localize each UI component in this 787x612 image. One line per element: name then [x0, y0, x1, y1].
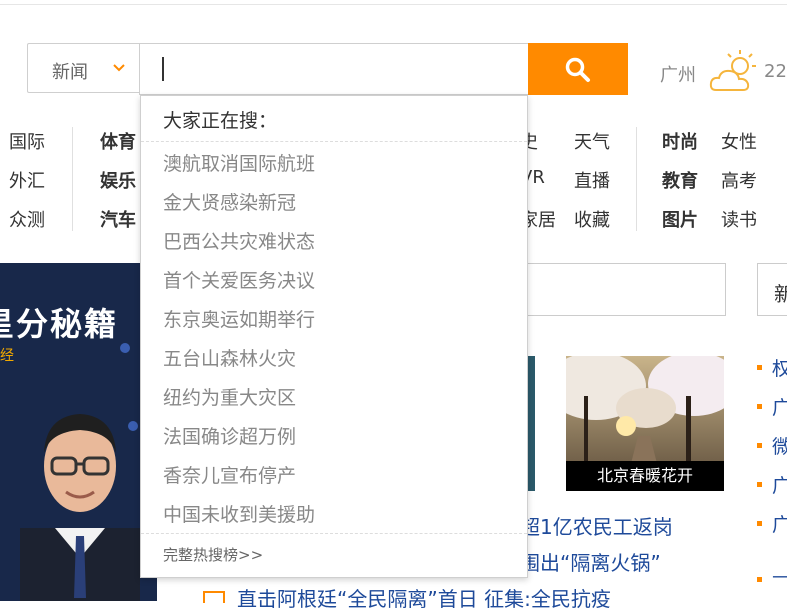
dropdown-divider: [141, 533, 527, 534]
banner-title: 星分秘籍: [0, 305, 119, 343]
cloudy-sun-icon: [709, 50, 756, 91]
person-illustration: [20, 414, 140, 601]
top-divider: [0, 4, 787, 5]
video-icon: [203, 591, 225, 603]
nav-link-qiche[interactable]: 汽车: [100, 206, 136, 232]
suggestion-item[interactable]: 东京奥运如期举行: [163, 305, 315, 332]
text-caret: [162, 57, 164, 81]
list-bullet: [757, 443, 762, 448]
dropdown-heading: 大家正在搜：: [163, 110, 278, 132]
dropdown-divider: [141, 141, 527, 142]
list-bullet: [757, 521, 762, 526]
hot-search-dropdown: 大家正在搜： 澳航取消国际航班 金大贤感染新冠 巴西公共灾难状态 首个关爱医务决…: [140, 95, 528, 578]
nav-link-shoucang[interactable]: 收藏: [574, 206, 610, 232]
nav-link-tiyu[interactable]: 体育: [100, 128, 136, 154]
nav-divider: [636, 127, 637, 231]
suggestion-item[interactable]: 巴西公共灾难状态: [163, 227, 315, 254]
suggestion-item[interactable]: 首个关爱医务决议: [163, 266, 315, 293]
news-headline[interactable]: 围出“隔离火锅”: [520, 547, 661, 576]
nav-link-zhongce[interactable]: 众测: [9, 206, 45, 232]
nav-link-jiaoyu[interactable]: 教育: [662, 167, 698, 193]
side-news-link[interactable]: 广: [772, 393, 787, 420]
side-news-link[interactable]: —: [772, 565, 787, 587]
suggestion-item[interactable]: 纽约为重大灾区: [163, 383, 296, 410]
side-news-link[interactable]: 微: [772, 432, 787, 459]
news-headline[interactable]: 直击阿根廷“全民隔离”首日 征集:全民抗疫: [237, 583, 611, 612]
suggestion-item[interactable]: 五台山森林火灾: [163, 344, 296, 371]
nav-link-yule[interactable]: 娱乐: [100, 167, 136, 193]
nav-link-waihui[interactable]: 外汇: [9, 167, 45, 193]
list-bullet: [757, 482, 762, 487]
suggestion-item[interactable]: 中国未收到美援助: [163, 500, 315, 527]
suggestion-item[interactable]: 香奈儿宣布停产: [163, 461, 296, 488]
suggestion-item[interactable]: 法国确诊超万例: [163, 422, 296, 449]
photo-caption: 北京春暖花开: [566, 461, 724, 491]
suggestion-item[interactable]: 澳航取消国际航班: [163, 149, 315, 176]
full-hot-list-link[interactable]: 完整热搜榜>>: [163, 544, 263, 565]
nav-link-tupian[interactable]: 图片: [662, 206, 698, 232]
nav-link-zhibo[interactable]: 直播: [574, 167, 610, 193]
banner-decoration: [120, 343, 130, 353]
nav-link-guoji[interactable]: 国际: [9, 128, 45, 154]
promo-banner[interactable]: 星分秘籍 经: [0, 263, 157, 601]
side-news-link[interactable]: 广: [772, 510, 787, 537]
nav-link-dushu[interactable]: 读书: [721, 206, 757, 232]
side-news-link[interactable]: 权: [772, 354, 787, 381]
nav-link-gaokao[interactable]: 高考: [721, 167, 757, 193]
search-input[interactable]: [139, 43, 529, 95]
search-button[interactable]: [528, 43, 628, 95]
nav-link-shishang[interactable]: 时尚: [662, 128, 698, 154]
category-select[interactable]: 新闻: [27, 43, 139, 93]
nav-divider: [72, 127, 73, 231]
side-news-link[interactable]: 广: [772, 471, 787, 498]
weather-city[interactable]: 广州: [660, 61, 696, 87]
suggestion-item[interactable]: 金大贤感染新冠: [163, 188, 296, 215]
list-bullet: [757, 365, 762, 370]
content-tab-label: 新: [774, 282, 787, 306]
list-bullet: [757, 577, 762, 582]
nav-link-nvxing[interactable]: 女性: [721, 128, 757, 154]
search-icon: [565, 57, 590, 82]
content-tab-box[interactable]: 新: [757, 263, 787, 316]
category-select-value: 新闻: [52, 62, 88, 83]
news-photo[interactable]: 北京春暖花开: [566, 356, 724, 491]
news-headline[interactable]: 超1亿农民工返岗: [520, 511, 673, 540]
list-bullet: [757, 404, 762, 409]
chevron-down-icon: [113, 64, 125, 72]
content-tab-box[interactable]: [520, 263, 726, 316]
nav-link-tianqi[interactable]: 天气: [574, 128, 610, 154]
weather-temp: 22: [764, 61, 787, 82]
